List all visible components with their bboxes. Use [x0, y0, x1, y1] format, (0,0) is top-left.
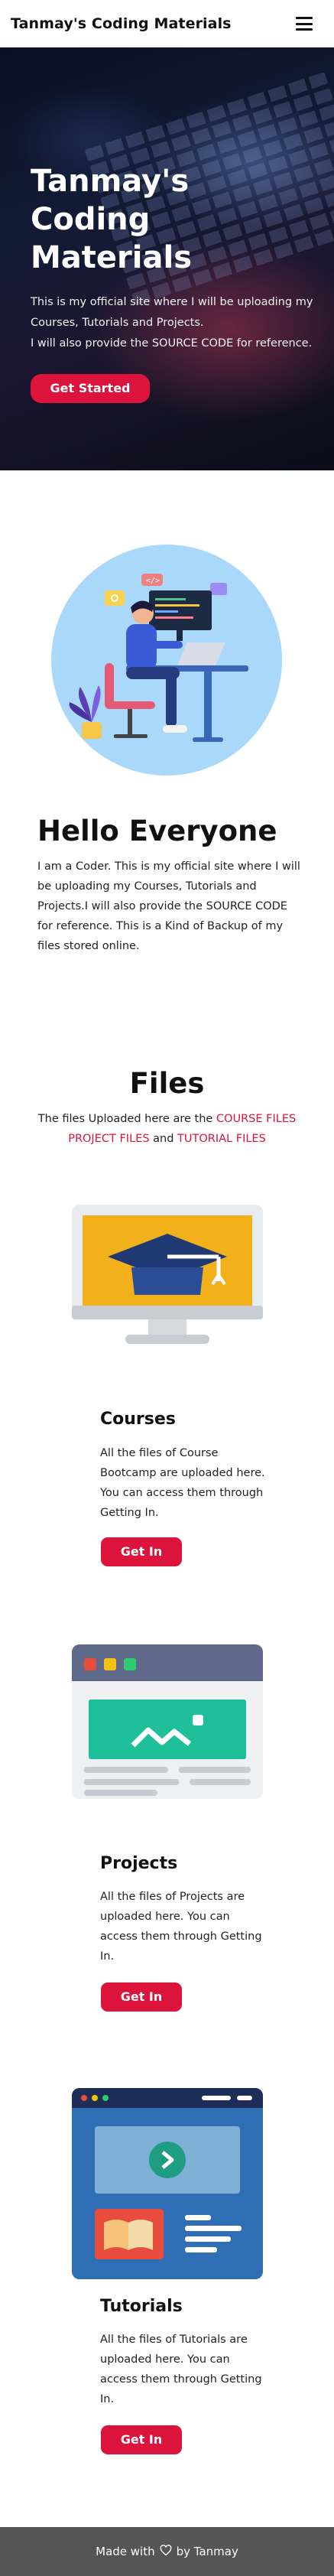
about-title: Hello Everyone: [37, 815, 277, 847]
course-files-link[interactable]: COURSE FILES: [216, 1113, 296, 1125]
coder-illustration: </>: [51, 545, 282, 776]
hamburger-icon[interactable]: [296, 17, 313, 31]
files-title: Files: [129, 1067, 205, 1100]
hero-description: This is my official site where I will be…: [31, 292, 313, 354]
svg-text:</>: </>: [146, 577, 160, 585]
get-started-button[interactable]: Get Started: [31, 374, 150, 403]
hero-section: Tanmay's Coding Materials This is my off…: [0, 47, 334, 470]
footer: Made with by Tanmay: [0, 2527, 334, 2576]
tutorials-card-title: Tutorials: [100, 2297, 183, 2316]
footer-prefix: Made with: [96, 2545, 155, 2558]
footer-suffix: by Tanmay: [176, 2545, 238, 2558]
files-intro: The files Uploaded here are the COURSE F…: [31, 1109, 303, 1149]
files-and-text: and: [153, 1133, 174, 1145]
courses-card-text: All the files of Course Bootcamp are upl…: [100, 1447, 265, 1519]
projects-get-in-button[interactable]: Get In: [101, 1982, 182, 2012]
browser-window-lines: [72, 1776, 263, 1799]
navbar: Tanmay's Coding Materials: [0, 0, 334, 47]
hero-line-2: I will also provide the SOURCE CODE for …: [31, 337, 313, 350]
courses-get-in-button[interactable]: Get In: [101, 1537, 182, 1566]
tutorials-card-text: All the files of Tutorials are uploaded …: [100, 2334, 262, 2405]
heart-outline-icon: [160, 2544, 172, 2559]
projects-card-title: Projects: [100, 1854, 178, 1873]
tutorials-get-in-button[interactable]: Get In: [101, 2425, 182, 2454]
brand-title[interactable]: Tanmay's Coding Materials: [11, 15, 232, 32]
hero-line-1: This is my official site where I will be…: [31, 296, 313, 329]
projects-card-text: All the files of Projects are uploaded h…: [100, 1891, 262, 1963]
about-text: I am a Coder. This is my official site w…: [37, 860, 300, 952]
files-intro-text: The files Uploaded here are the: [37, 1113, 213, 1125]
courses-card-title: Courses: [100, 1410, 176, 1429]
video-tutorial-icon: [72, 2088, 263, 2279]
browser-window-icon: [72, 1644, 263, 1790]
hero-title: Tanmay's Coding Materials: [31, 164, 192, 275]
project-files-link[interactable]: PROJECT FILES: [68, 1133, 149, 1145]
graduation-cap-monitor-icon: [72, 1205, 263, 1350]
tutorial-files-link[interactable]: TUTORIAL FILES: [177, 1133, 266, 1145]
